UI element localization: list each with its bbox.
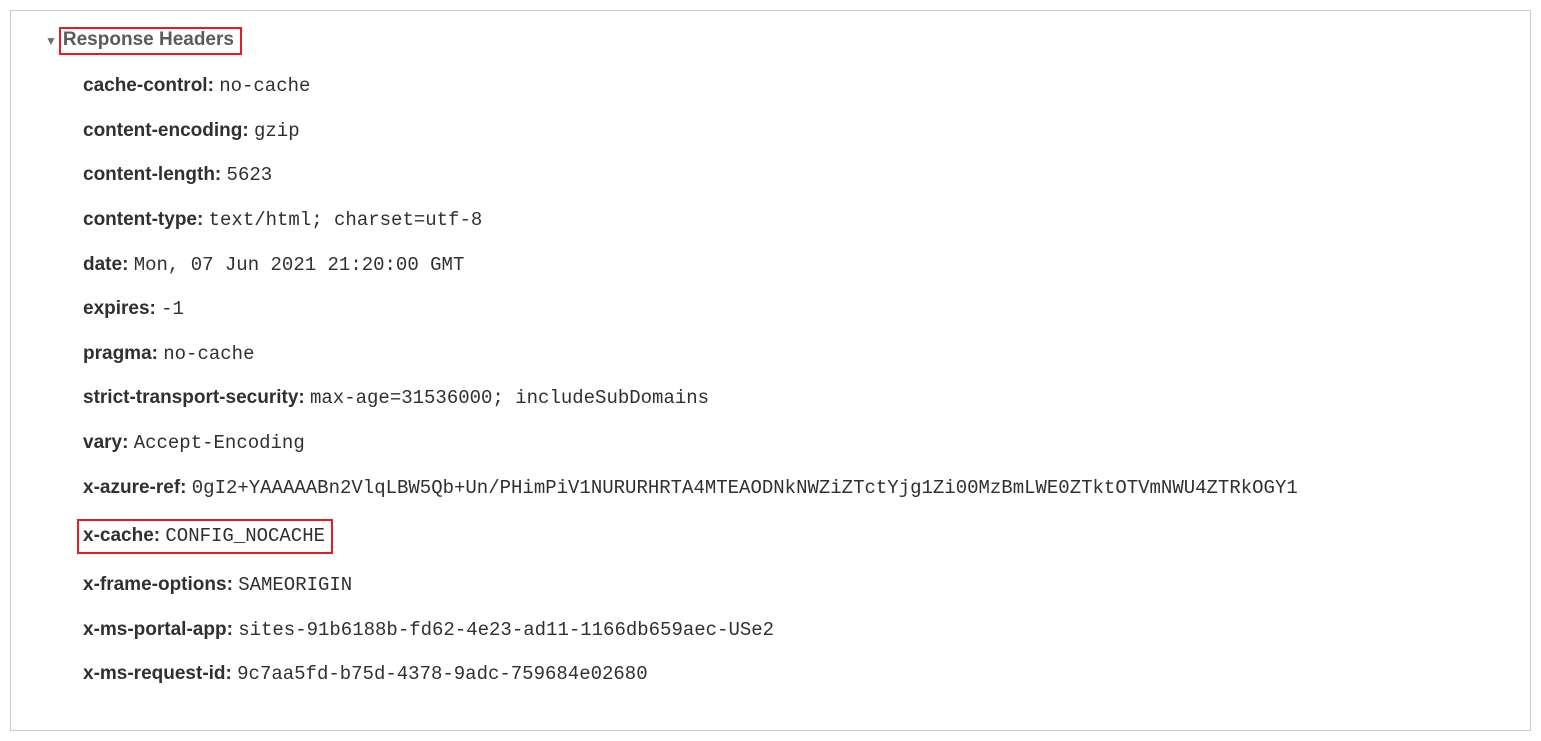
header-row: expires: -1 — [83, 296, 1510, 323]
header-list: cache-control: no-cache content-encoding:… — [83, 73, 1510, 688]
header-name: x-frame-options: — [83, 574, 233, 595]
header-row: content-encoding: gzip — [83, 118, 1510, 145]
header-row: content-length: 5623 — [83, 162, 1510, 189]
header-row: x-cache: CONFIG_NOCACHE — [83, 519, 1510, 554]
section-title: Response Headers — [63, 29, 234, 50]
header-value: no-cache — [219, 75, 310, 97]
header-name: x-azure-ref: — [83, 477, 186, 498]
header-value: 0gI2+YAAAAABn2VlqLBW5Qb+Un/PHimPiV1NURUR… — [192, 477, 1298, 499]
header-row: cache-control: no-cache — [83, 73, 1510, 100]
header-row: content-type: text/html; charset=utf-8 — [83, 207, 1510, 234]
header-row: x-ms-request-id: 9c7aa5fd-b75d-4378-9adc… — [83, 661, 1510, 688]
header-name: strict-transport-security: — [83, 387, 305, 408]
response-headers-panel: ▼ Response Headers cache-control: no-cac… — [10, 10, 1531, 731]
header-row: date: Mon, 07 Jun 2021 21:20:00 GMT — [83, 252, 1510, 279]
section-title-highlight: Response Headers — [59, 27, 242, 55]
section-header[interactable]: ▼ Response Headers — [45, 27, 1510, 55]
header-value: gzip — [254, 120, 300, 142]
header-name: vary: — [83, 432, 128, 453]
header-value: text/html; charset=utf-8 — [209, 209, 483, 231]
header-value: no-cache — [163, 343, 254, 365]
header-name: x-cache: — [83, 525, 160, 546]
header-name: content-encoding: — [83, 120, 249, 141]
header-value: SAMEORIGIN — [238, 574, 352, 596]
header-name: x-ms-request-id: — [83, 663, 232, 684]
header-row: strict-transport-security: max-age=31536… — [83, 385, 1510, 412]
header-row: x-frame-options: SAMEORIGIN — [83, 572, 1510, 599]
header-row: pragma: no-cache — [83, 341, 1510, 368]
header-name: date: — [83, 254, 128, 275]
header-value: Mon, 07 Jun 2021 21:20:00 GMT — [134, 254, 465, 276]
disclosure-triangle-icon[interactable]: ▼ — [45, 34, 57, 48]
header-name: pragma: — [83, 343, 158, 364]
header-name: expires: — [83, 298, 156, 319]
header-value: Accept-Encoding — [134, 432, 305, 454]
header-value: max-age=31536000; includeSubDomains — [310, 387, 709, 409]
header-value: CONFIG_NOCACHE — [165, 525, 325, 547]
header-value: -1 — [161, 298, 184, 320]
header-row: vary: Accept-Encoding — [83, 430, 1510, 457]
header-name: x-ms-portal-app: — [83, 619, 233, 640]
header-name: content-type: — [83, 209, 203, 230]
header-value: 9c7aa5fd-b75d-4378-9adc-759684e02680 — [237, 663, 647, 685]
header-value: sites-91b6188b-fd62-4e23-ad11-1166db659a… — [238, 619, 774, 641]
header-value: 5623 — [227, 164, 273, 186]
highlight-box: x-cache: CONFIG_NOCACHE — [77, 519, 333, 554]
header-name: cache-control: — [83, 75, 214, 96]
header-row: x-ms-portal-app: sites-91b6188b-fd62-4e2… — [83, 617, 1510, 644]
header-name: content-length: — [83, 164, 221, 185]
header-row: x-azure-ref: 0gI2+YAAAAABn2VlqLBW5Qb+Un/… — [83, 475, 1510, 502]
